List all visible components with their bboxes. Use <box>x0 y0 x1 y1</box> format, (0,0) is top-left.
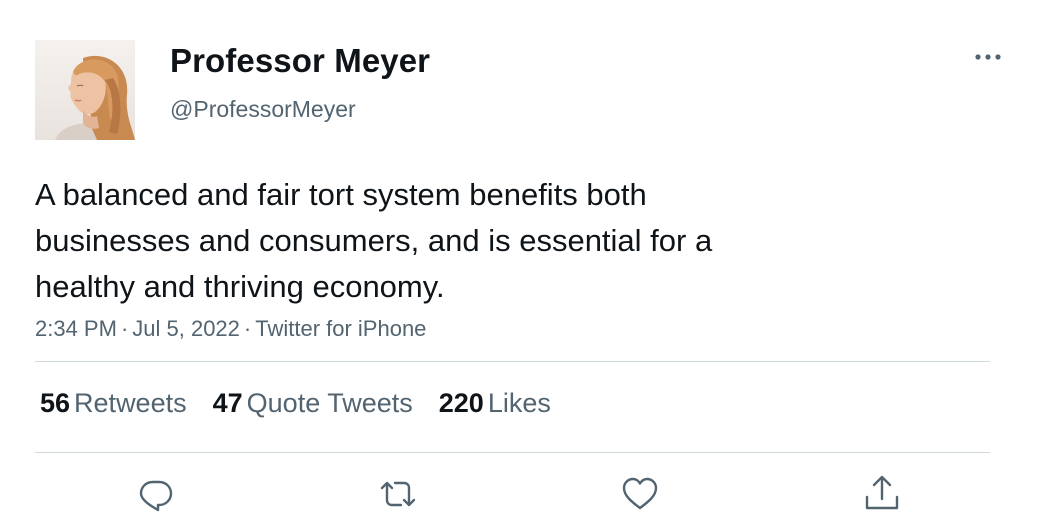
share-button[interactable] <box>862 474 902 514</box>
tweet-text-line: businesses and consumers, and is essenti… <box>35 223 713 258</box>
reply-button[interactable] <box>136 474 176 514</box>
author-name[interactable]: Professor Meyer <box>170 42 430 80</box>
retweets-stat[interactable]: 56 Retweets <box>40 388 187 419</box>
like-button[interactable] <box>620 474 660 514</box>
likes-stat[interactable]: 220 Likes <box>439 388 551 419</box>
likes-count: 220 <box>438 388 484 418</box>
avatar[interactable] <box>35 40 135 140</box>
tweet-text: A balanced and fair tort system benefits… <box>35 172 855 310</box>
retweets-label: Retweets <box>74 388 187 418</box>
tweet-detail: Professor Meyer @ProfessorMeyer A balanc… <box>0 0 1050 525</box>
quote-tweets-label: Quote Tweets <box>246 388 413 418</box>
avatar-photo <box>35 40 135 140</box>
tweet-text-line: healthy and thriving economy. <box>35 269 445 304</box>
tweet-source[interactable]: Twitter for iPhone <box>255 316 426 341</box>
author-handle[interactable]: @ProfessorMeyer <box>170 96 356 123</box>
divider <box>35 452 990 453</box>
tweet-text-line: A balanced and fair tort system benefits… <box>35 177 647 212</box>
retweets-count: 56 <box>40 388 71 418</box>
quote-tweets-count: 47 <box>212 388 243 418</box>
divider <box>35 361 990 362</box>
ellipsis-icon[interactable] <box>968 42 1008 72</box>
tweet-time[interactable]: 2:34 PM <box>35 316 117 341</box>
tweet-metadata: 2:34 PM · Jul 5, 2022 · Twitter for iPhone <box>35 316 426 342</box>
separator: · <box>120 316 129 341</box>
retweet-icon <box>380 481 416 507</box>
engagement-stats: 56 Retweets 47 Quote Tweets 220 Likes <box>40 388 577 419</box>
tweet-date[interactable]: Jul 5, 2022 <box>132 316 240 341</box>
retweet-button[interactable] <box>378 474 418 514</box>
reply-icon <box>139 480 173 512</box>
likes-label: Likes <box>487 388 551 418</box>
separator: · <box>243 316 252 341</box>
heart-icon <box>622 477 658 510</box>
quote-tweets-stat[interactable]: 47 Quote Tweets <box>213 388 413 419</box>
share-icon <box>865 475 899 510</box>
